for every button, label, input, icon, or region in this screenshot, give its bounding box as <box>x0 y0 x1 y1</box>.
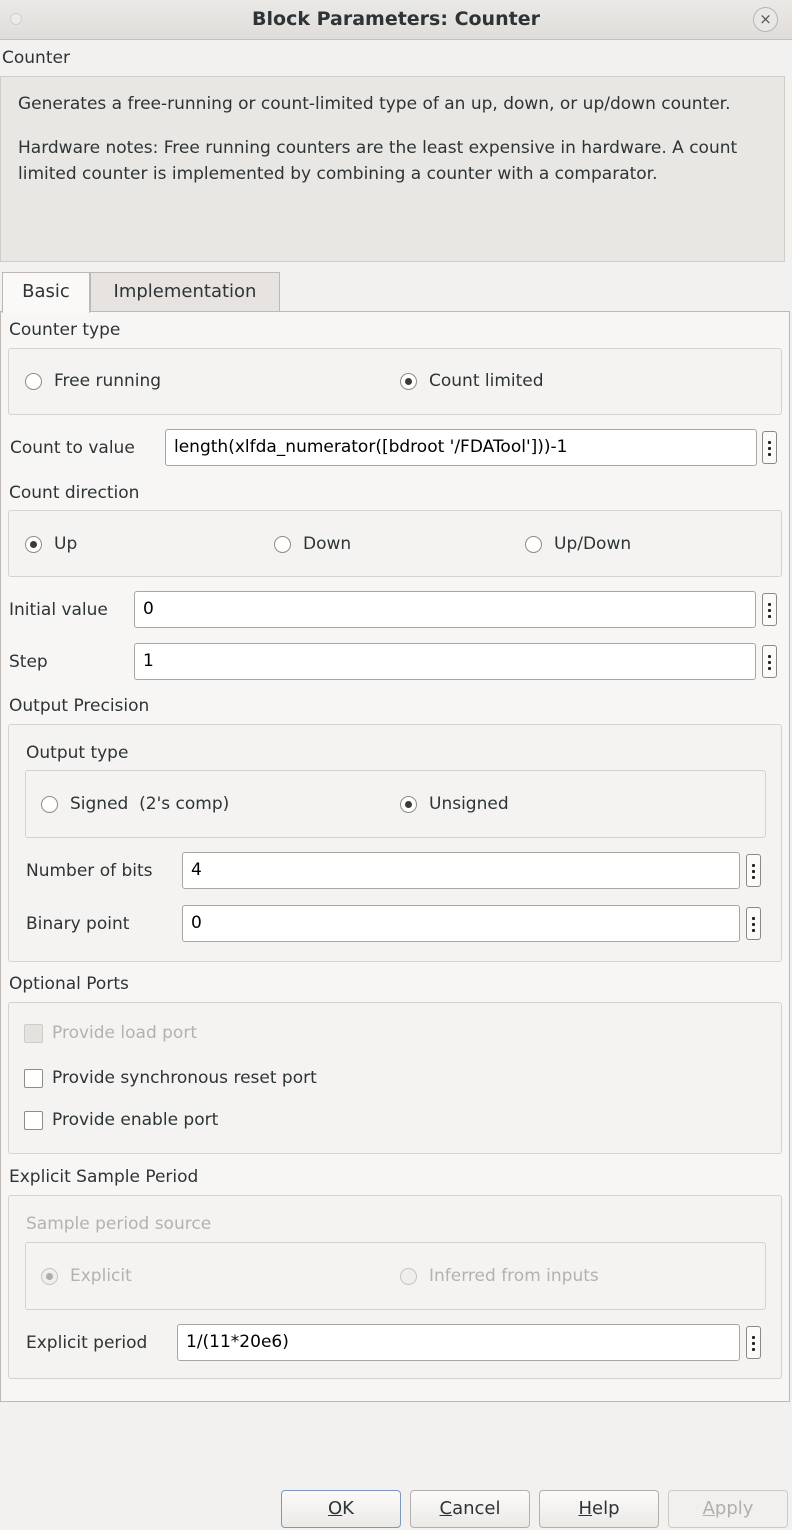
tab-implementation[interactable]: Implementation <box>90 272 280 312</box>
up-down-label: Up/Down <box>554 534 632 554</box>
apply-button[interactable]: Apply <box>668 1490 788 1528</box>
radio-unsigned[interactable] <box>400 796 417 813</box>
cancel-button[interactable]: Cancel <box>410 1490 530 1528</box>
description-text: Generates a free-running or count-limite… <box>18 91 768 205</box>
sync-reset-port-label: Provide synchronous reset port <box>52 1068 317 1088</box>
initial-value-field[interactable]: 0 <box>134 591 756 628</box>
tab-basic[interactable]: Basic <box>2 272 90 313</box>
radio-free-running[interactable] <box>25 373 42 390</box>
count-to-value-label: Count to value <box>10 438 135 458</box>
number-of-bits-field[interactable]: 4 <box>182 852 740 889</box>
explicit-period-menu-icon[interactable] <box>746 1326 761 1359</box>
count-to-value-menu-icon[interactable] <box>762 431 777 464</box>
up-label: Up <box>54 534 78 554</box>
ok-button[interactable]: OK <box>281 1490 401 1528</box>
binary-point-label: Binary point <box>26 914 130 934</box>
free-running-label: Free running <box>54 371 162 391</box>
description-line-1: Generates a free-running or count-limite… <box>18 94 731 114</box>
step-menu-icon[interactable] <box>762 645 777 678</box>
radio-explicit[interactable] <box>41 1268 58 1285</box>
sample-period-source-heading: Sample period source <box>26 1214 212 1234</box>
initial-value-menu-icon[interactable] <box>762 593 777 626</box>
step-field[interactable]: 1 <box>134 643 756 680</box>
ok-label-rest: K <box>342 1498 354 1519</box>
window-title: Block Parameters: Counter <box>252 8 540 30</box>
count-to-value-field[interactable]: length(xlfda_numerator([bdroot '/FDATool… <box>165 429 757 466</box>
checkbox-sync-reset-port[interactable] <box>24 1069 43 1088</box>
radio-inferred-from-inputs[interactable] <box>400 1268 417 1285</box>
load-port-label: Provide load port <box>52 1023 197 1043</box>
radio-down[interactable] <box>274 536 291 553</box>
radio-up[interactable] <box>25 536 42 553</box>
block-name: Counter <box>2 48 70 68</box>
optional-ports-heading: Optional Ports <box>9 974 129 994</box>
count-direction-heading: Count direction <box>9 483 140 503</box>
help-button[interactable]: Help <box>539 1490 659 1528</box>
ok-mnemonic: O <box>328 1498 343 1519</box>
output-precision-heading: Output Precision <box>9 696 150 716</box>
apply-mnemonic: A <box>702 1498 715 1519</box>
radio-count-limited[interactable] <box>400 373 417 390</box>
radio-signed[interactable] <box>41 796 58 813</box>
close-icon[interactable]: × <box>753 7 778 32</box>
initial-value-label: Initial value <box>9 600 108 620</box>
signed-label: Signed (2's comp) <box>70 794 230 814</box>
explicit-sample-period-heading: Explicit Sample Period <box>9 1167 199 1187</box>
unsigned-label: Unsigned <box>429 794 509 814</box>
help-mnemonic: H <box>578 1498 593 1519</box>
count-direction-group <box>8 510 782 577</box>
down-label: Down <box>303 534 352 554</box>
explicit-period-field[interactable]: 1/(11*20e6) <box>177 1324 740 1361</box>
binary-point-field[interactable]: 0 <box>182 905 740 942</box>
number-of-bits-menu-icon[interactable] <box>746 854 761 887</box>
checkbox-load-port[interactable] <box>24 1024 43 1043</box>
checkbox-enable-port[interactable] <box>24 1111 43 1130</box>
explicit-period-label: Explicit period <box>26 1333 148 1353</box>
help-label-rest: elp <box>592 1498 620 1519</box>
count-limited-label: Count limited <box>429 371 544 391</box>
enable-port-label: Provide enable port <box>52 1110 219 1130</box>
binary-point-menu-icon[interactable] <box>746 907 761 940</box>
apply-label-rest: pply <box>714 1498 754 1519</box>
radio-up-down[interactable] <box>525 536 542 553</box>
step-label: Step <box>9 652 48 672</box>
counter-type-heading: Counter type <box>9 320 121 340</box>
sample-period-source-group <box>25 1242 766 1310</box>
number-of-bits-label: Number of bits <box>26 861 153 881</box>
cancel-mnemonic: C <box>439 1498 453 1519</box>
cancel-label-rest: ancel <box>452 1498 501 1519</box>
output-type-heading: Output type <box>26 743 129 763</box>
description-line-2: Hardware notes: Free running counters ar… <box>18 138 738 184</box>
inferred-from-inputs-label: Inferred from inputs <box>429 1266 599 1286</box>
explicit-label: Explicit <box>70 1266 132 1286</box>
